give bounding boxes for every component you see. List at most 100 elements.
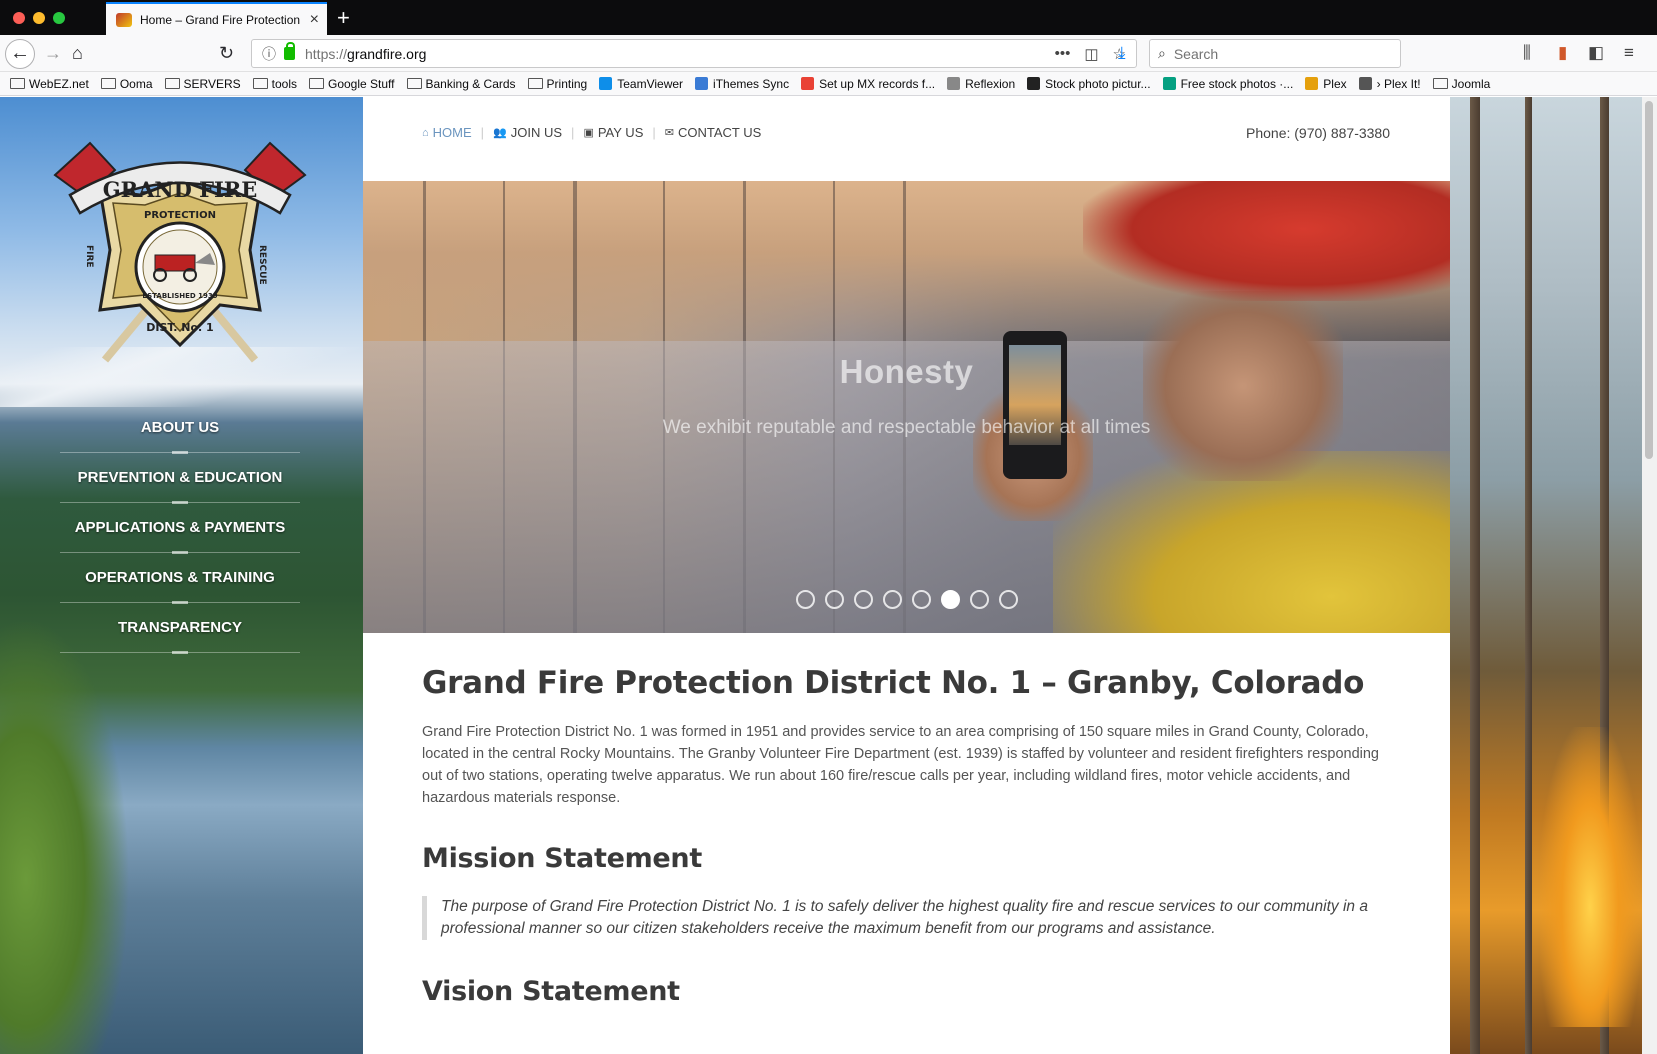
downloads-icon[interactable]: ⤓ — [1118, 43, 1126, 63]
url-host: grandfire.org — [347, 45, 427, 62]
nav-operations-training[interactable]: OPERATIONS & TRAINING — [60, 553, 300, 604]
slider-dot[interactable] — [882, 590, 902, 609]
logo-arc-text: GRAND FIRE — [103, 177, 258, 202]
bookmark-item[interactable]: tools — [252, 77, 297, 91]
bookmark-item[interactable]: Google Stuff — [309, 77, 395, 91]
extension-icon[interactable]: ▮ — [1558, 43, 1567, 63]
url-scheme: https:// — [305, 45, 348, 62]
bookmark-item[interactable]: Plex — [1305, 77, 1347, 91]
page-title: Grand Fire Protection District No. 1 – G… — [422, 665, 1365, 701]
bookmark-label: Banking & Cards — [425, 76, 516, 91]
browser-tab-bar: Home – Grand Fire Protection D × + — [0, 0, 1657, 35]
pocket-icon[interactable]: ◫ — [1084, 45, 1098, 63]
forward-button[interactable]: → — [44, 42, 62, 64]
reload-button[interactable]: ↻ — [219, 42, 234, 64]
slider-dot[interactable] — [940, 590, 960, 609]
envelope-icon: ✉ — [664, 127, 674, 139]
top-nav-home[interactable]: ⌂ HOME — [422, 125, 472, 140]
bookmark-label: Ooma — [119, 76, 153, 91]
logo-left-text: FIRE — [84, 245, 94, 268]
bookmark-label: iThemes Sync — [713, 76, 790, 91]
camera-icon — [1027, 77, 1041, 90]
bookmark-label: Printing — [546, 76, 588, 91]
minimize-window-button[interactable] — [33, 12, 45, 24]
main-content-column: ⌂ HOME | 👥 JOIN US | ▣ PAY US | ✉ CONTACT US… — [363, 97, 1450, 1054]
top-navigation: ⌂ HOME | 👥 JOIN US | ▣ PAY US | ✉ CONTACT US — [422, 125, 762, 140]
slide-subtitle: We exhibit reputable and respectable beh… — [662, 417, 1151, 438]
page-actions-icon[interactable]: ••• — [1055, 45, 1071, 63]
home-button[interactable]: ⌂ — [72, 42, 83, 64]
nav-prevention-education[interactable]: PREVENTION & EDUCATION — [60, 453, 300, 504]
slider-dot[interactable] — [824, 590, 844, 609]
address-bar[interactable]: ⓘ https:// grandfire.org ••• ◫ ☆ — [251, 39, 1137, 68]
nav-about-us[interactable]: ABOUT US — [60, 403, 300, 454]
bookmark-item[interactable]: › Plex It! — [1358, 76, 1421, 91]
bookmark-item[interactable]: SERVERS — [164, 77, 241, 91]
tab-title: Home – Grand Fire Protection D — [140, 12, 304, 27]
maximize-window-button[interactable] — [53, 12, 65, 24]
bookmark-item[interactable]: TeamViewer — [599, 77, 683, 91]
bookmark-label: Free stock photos ·... — [1180, 76, 1294, 91]
vision-heading: Vision Statement — [422, 976, 680, 1007]
library-icon[interactable]: ⫼ — [1523, 43, 1531, 63]
slider-dot[interactable] — [795, 590, 815, 609]
slider-dot[interactable] — [911, 590, 931, 609]
active-tab[interactable]: Home – Grand Fire Protection D × — [106, 2, 327, 35]
close-window-button[interactable] — [13, 12, 25, 24]
bookmark-item[interactable]: Ooma — [100, 76, 153, 91]
bookmark-item[interactable]: Printing — [527, 76, 588, 91]
top-nav-contact-us[interactable]: ✉ CONTACT US — [665, 125, 762, 140]
hamburger-menu-icon[interactable]: ≡ — [1624, 43, 1634, 63]
folder-icon — [1432, 78, 1448, 89]
nav-transparency[interactable]: TRANSPARENCY — [60, 603, 300, 654]
slide-title: Honesty — [839, 353, 974, 390]
page-scrollbar[interactable] — [1642, 97, 1657, 1054]
top-nav-pay-us[interactable]: ▣ PAY US — [583, 125, 643, 140]
new-tab-button[interactable]: + — [337, 5, 350, 31]
bookmark-item[interactable]: Joomla — [1432, 76, 1491, 91]
back-button[interactable]: ← — [5, 39, 35, 69]
bookmark-item[interactable]: Set up MX records f... — [801, 77, 935, 91]
mission-heading: Mission Statement — [422, 843, 702, 874]
site-favicon-icon — [116, 12, 132, 27]
site-info-icon[interactable]: ⓘ — [262, 44, 276, 64]
close-tab-icon[interactable]: × — [310, 11, 319, 29]
folder-icon — [100, 78, 116, 89]
sidebar-icon[interactable]: ◧ — [1588, 43, 1604, 63]
bookmark-item[interactable]: WebEZ.net — [10, 77, 89, 91]
bookmark-label: › Plex It! — [1376, 76, 1421, 91]
grand-fire-logo[interactable]: GRAND FIRE PROTECTION FIRE RESCUE ESTABL… — [45, 135, 315, 370]
nav-applications-payments[interactable]: APPLICATIONS & PAYMENTS — [60, 503, 300, 554]
article-content: Grand Fire Protection District No. 1 – G… — [422, 665, 1392, 1029]
wildfire-photo — [1450, 97, 1642, 1054]
reflexion-icon — [947, 77, 961, 90]
bookmark-item[interactable]: Stock photo pictur... — [1027, 76, 1151, 91]
firefighter-helmet — [1083, 181, 1450, 301]
slider-dot[interactable] — [969, 590, 989, 609]
bookmark-item[interactable]: Free stock photos ·... — [1162, 76, 1294, 91]
bookmark-label: Stock photo pictur... — [1045, 76, 1151, 91]
top-nav-join-us[interactable]: 👥 JOIN US — [493, 125, 562, 140]
slider-pagination — [363, 590, 1450, 609]
bookmark-item[interactable]: iThemes Sync — [695, 77, 789, 91]
bookmark-item[interactable]: Reflexion — [947, 77, 1015, 91]
slider-dot[interactable] — [998, 590, 1018, 609]
users-icon: 👥 — [493, 127, 507, 139]
bookmark-label: Reflexion — [965, 76, 1016, 91]
slider-dot[interactable] — [853, 590, 873, 609]
bookmark-label: Joomla — [1451, 76, 1491, 91]
browser-toolbar: ← → ⌂ ↻ ⓘ https:// grandfire.org ••• ◫ ☆… — [0, 35, 1657, 72]
money-icon: ▣ — [583, 127, 594, 139]
mission-quote: The purpose of Grand Fire Protection Dis… — [422, 896, 1392, 940]
web-page: GRAND FIRE PROTECTION FIRE RESCUE ESTABL… — [0, 97, 1657, 1054]
hero-slider[interactable]: Honesty We exhibit reputable and respect… — [363, 181, 1450, 633]
scrollbar-thumb[interactable] — [1645, 101, 1653, 459]
bookmarks-toolbar: WebEZ.net Ooma SERVERS tools Google Stuff Ban… — [0, 72, 1657, 96]
bookmark-item[interactable]: Banking & Cards — [406, 76, 516, 91]
search-input[interactable]: ⌕ Search — [1149, 39, 1401, 68]
plex-icon — [1305, 77, 1319, 90]
bookmark-label: WebEZ.net — [29, 76, 89, 91]
logo-bottom-text: DIST. No. 1 — [146, 321, 213, 334]
ithemes-icon — [695, 77, 709, 90]
folder-icon — [164, 78, 180, 89]
